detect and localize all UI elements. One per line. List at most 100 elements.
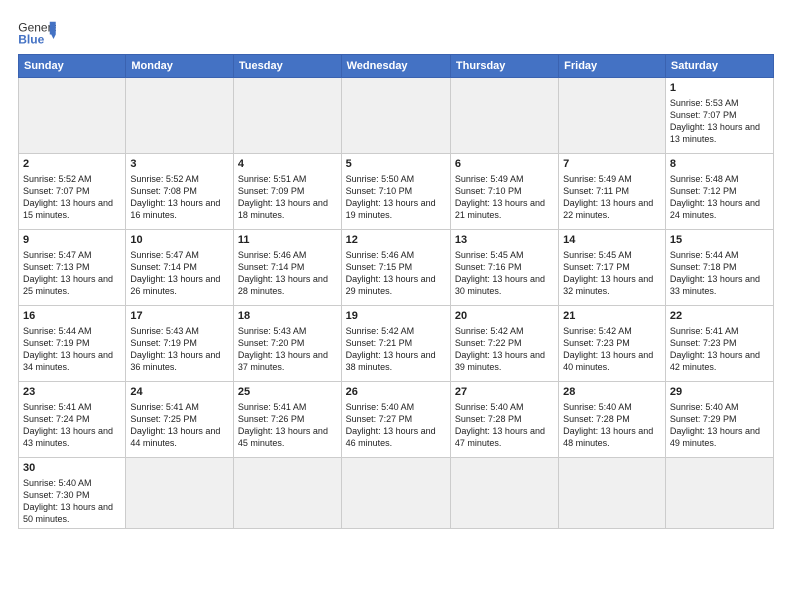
day-number: 8: [670, 157, 769, 172]
day-number: 24: [130, 385, 229, 400]
calendar-cell: 9Sunrise: 5:47 AM Sunset: 7:13 PM Daylig…: [19, 230, 126, 306]
calendar-cell: 24Sunrise: 5:41 AM Sunset: 7:25 PM Dayli…: [126, 382, 234, 458]
day-info: Sunrise: 5:51 AM Sunset: 7:09 PM Dayligh…: [238, 173, 337, 222]
day-info: Sunrise: 5:40 AM Sunset: 7:29 PM Dayligh…: [670, 401, 769, 450]
day-number: 15: [670, 233, 769, 248]
day-number: 2: [23, 157, 121, 172]
calendar-cell: 8Sunrise: 5:48 AM Sunset: 7:12 PM Daylig…: [665, 154, 773, 230]
calendar-cell: 29Sunrise: 5:40 AM Sunset: 7:29 PM Dayli…: [665, 382, 773, 458]
calendar-header-row: SundayMondayTuesdayWednesdayThursdayFrid…: [19, 55, 774, 78]
day-info: Sunrise: 5:53 AM Sunset: 7:07 PM Dayligh…: [670, 97, 769, 146]
calendar-day-header: Saturday: [665, 55, 773, 78]
calendar-day-header: Monday: [126, 55, 234, 78]
day-number: 16: [23, 309, 121, 324]
day-info: Sunrise: 5:48 AM Sunset: 7:12 PM Dayligh…: [670, 173, 769, 222]
day-info: Sunrise: 5:43 AM Sunset: 7:19 PM Dayligh…: [130, 325, 229, 374]
calendar-cell: 21Sunrise: 5:42 AM Sunset: 7:23 PM Dayli…: [559, 306, 666, 382]
day-number: 18: [238, 309, 337, 324]
day-number: 10: [130, 233, 229, 248]
page-header: General Blue: [18, 18, 774, 48]
calendar-cell: [559, 78, 666, 154]
day-number: 3: [130, 157, 229, 172]
calendar-cell: 23Sunrise: 5:41 AM Sunset: 7:24 PM Dayli…: [19, 382, 126, 458]
calendar-cell: 20Sunrise: 5:42 AM Sunset: 7:22 PM Dayli…: [450, 306, 558, 382]
calendar-cell: 19Sunrise: 5:42 AM Sunset: 7:21 PM Dayli…: [341, 306, 450, 382]
calendar-cell: 4Sunrise: 5:51 AM Sunset: 7:09 PM Daylig…: [233, 154, 341, 230]
day-number: 17: [130, 309, 229, 324]
calendar-cell: 25Sunrise: 5:41 AM Sunset: 7:26 PM Dayli…: [233, 382, 341, 458]
day-number: 26: [346, 385, 446, 400]
calendar-day-header: Thursday: [450, 55, 558, 78]
calendar-cell: 27Sunrise: 5:40 AM Sunset: 7:28 PM Dayli…: [450, 382, 558, 458]
day-number: 14: [563, 233, 661, 248]
day-number: 25: [238, 385, 337, 400]
calendar-cell: 3Sunrise: 5:52 AM Sunset: 7:08 PM Daylig…: [126, 154, 234, 230]
day-info: Sunrise: 5:40 AM Sunset: 7:28 PM Dayligh…: [455, 401, 554, 450]
day-number: 19: [346, 309, 446, 324]
calendar-cell: 26Sunrise: 5:40 AM Sunset: 7:27 PM Dayli…: [341, 382, 450, 458]
day-number: 29: [670, 385, 769, 400]
day-number: 28: [563, 385, 661, 400]
calendar-cell: 14Sunrise: 5:45 AM Sunset: 7:17 PM Dayli…: [559, 230, 666, 306]
calendar-cell: 7Sunrise: 5:49 AM Sunset: 7:11 PM Daylig…: [559, 154, 666, 230]
day-number: 12: [346, 233, 446, 248]
day-number: 21: [563, 309, 661, 324]
day-number: 11: [238, 233, 337, 248]
calendar-cell: [126, 78, 234, 154]
calendar-table: SundayMondayTuesdayWednesdayThursdayFrid…: [18, 54, 774, 529]
day-info: Sunrise: 5:40 AM Sunset: 7:28 PM Dayligh…: [563, 401, 661, 450]
calendar-cell: [450, 78, 558, 154]
day-info: Sunrise: 5:41 AM Sunset: 7:25 PM Dayligh…: [130, 401, 229, 450]
calendar-cell: 18Sunrise: 5:43 AM Sunset: 7:20 PM Dayli…: [233, 306, 341, 382]
logo: General Blue: [18, 18, 56, 48]
calendar-cell: 30Sunrise: 5:40 AM Sunset: 7:30 PM Dayli…: [19, 458, 126, 529]
calendar-cell: 28Sunrise: 5:40 AM Sunset: 7:28 PM Dayli…: [559, 382, 666, 458]
day-info: Sunrise: 5:42 AM Sunset: 7:21 PM Dayligh…: [346, 325, 446, 374]
calendar-cell: 12Sunrise: 5:46 AM Sunset: 7:15 PM Dayli…: [341, 230, 450, 306]
day-info: Sunrise: 5:41 AM Sunset: 7:23 PM Dayligh…: [670, 325, 769, 374]
day-number: 9: [23, 233, 121, 248]
calendar-cell: 5Sunrise: 5:50 AM Sunset: 7:10 PM Daylig…: [341, 154, 450, 230]
calendar-cell: [233, 78, 341, 154]
day-info: Sunrise: 5:41 AM Sunset: 7:24 PM Dayligh…: [23, 401, 121, 450]
calendar-cell: 2Sunrise: 5:52 AM Sunset: 7:07 PM Daylig…: [19, 154, 126, 230]
calendar-day-header: Tuesday: [233, 55, 341, 78]
day-number: 20: [455, 309, 554, 324]
day-info: Sunrise: 5:47 AM Sunset: 7:13 PM Dayligh…: [23, 249, 121, 298]
calendar-day-header: Wednesday: [341, 55, 450, 78]
calendar-cell: 15Sunrise: 5:44 AM Sunset: 7:18 PM Dayli…: [665, 230, 773, 306]
day-info: Sunrise: 5:43 AM Sunset: 7:20 PM Dayligh…: [238, 325, 337, 374]
generalblue-logo-icon: General Blue: [18, 18, 56, 48]
day-info: Sunrise: 5:47 AM Sunset: 7:14 PM Dayligh…: [130, 249, 229, 298]
day-number: 13: [455, 233, 554, 248]
calendar-day-header: Sunday: [19, 55, 126, 78]
day-info: Sunrise: 5:45 AM Sunset: 7:17 PM Dayligh…: [563, 249, 661, 298]
day-number: 27: [455, 385, 554, 400]
day-number: 22: [670, 309, 769, 324]
calendar-cell: [126, 458, 234, 529]
day-info: Sunrise: 5:52 AM Sunset: 7:07 PM Dayligh…: [23, 173, 121, 222]
day-number: 30: [23, 461, 121, 476]
calendar-cell: [233, 458, 341, 529]
day-info: Sunrise: 5:42 AM Sunset: 7:22 PM Dayligh…: [455, 325, 554, 374]
day-number: 23: [23, 385, 121, 400]
calendar-cell: [665, 458, 773, 529]
day-info: Sunrise: 5:46 AM Sunset: 7:14 PM Dayligh…: [238, 249, 337, 298]
day-info: Sunrise: 5:40 AM Sunset: 7:27 PM Dayligh…: [346, 401, 446, 450]
calendar-cell: 6Sunrise: 5:49 AM Sunset: 7:10 PM Daylig…: [450, 154, 558, 230]
calendar-cell: 22Sunrise: 5:41 AM Sunset: 7:23 PM Dayli…: [665, 306, 773, 382]
day-info: Sunrise: 5:46 AM Sunset: 7:15 PM Dayligh…: [346, 249, 446, 298]
day-number: 5: [346, 157, 446, 172]
calendar-cell: 17Sunrise: 5:43 AM Sunset: 7:19 PM Dayli…: [126, 306, 234, 382]
day-info: Sunrise: 5:50 AM Sunset: 7:10 PM Dayligh…: [346, 173, 446, 222]
calendar-cell: 10Sunrise: 5:47 AM Sunset: 7:14 PM Dayli…: [126, 230, 234, 306]
day-info: Sunrise: 5:44 AM Sunset: 7:19 PM Dayligh…: [23, 325, 121, 374]
calendar-cell: [19, 78, 126, 154]
day-number: 1: [670, 81, 769, 96]
day-info: Sunrise: 5:45 AM Sunset: 7:16 PM Dayligh…: [455, 249, 554, 298]
calendar-cell: 16Sunrise: 5:44 AM Sunset: 7:19 PM Dayli…: [19, 306, 126, 382]
calendar-cell: [559, 458, 666, 529]
day-info: Sunrise: 5:42 AM Sunset: 7:23 PM Dayligh…: [563, 325, 661, 374]
day-number: 4: [238, 157, 337, 172]
calendar-cell: 11Sunrise: 5:46 AM Sunset: 7:14 PM Dayli…: [233, 230, 341, 306]
